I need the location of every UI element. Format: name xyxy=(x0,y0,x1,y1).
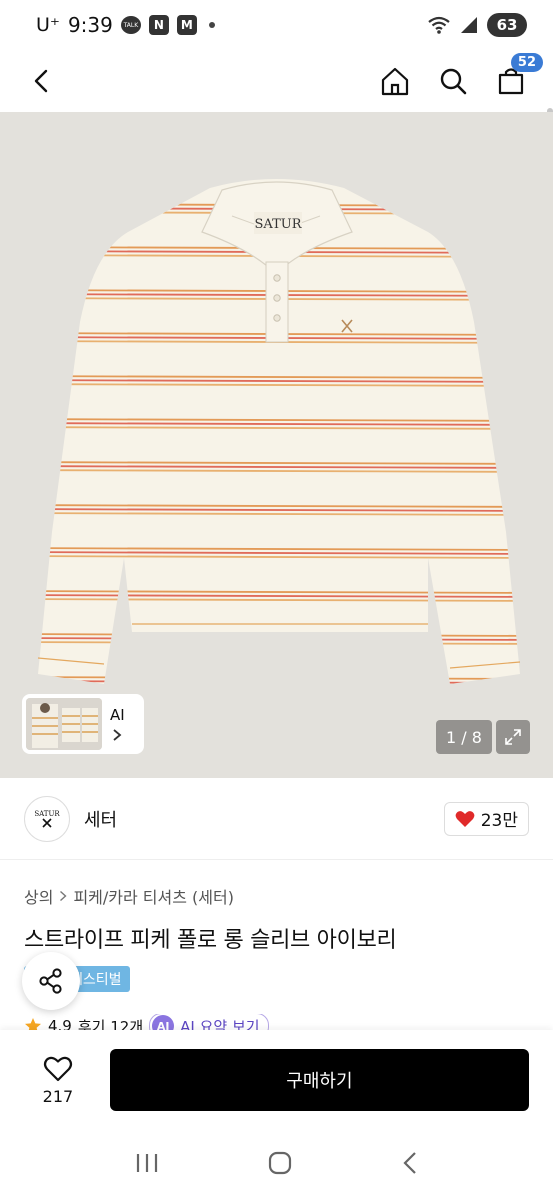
battery-indicator: 63 xyxy=(487,13,527,37)
signal-icon xyxy=(461,17,477,33)
chevron-right-icon xyxy=(60,890,67,902)
thumbnail-image xyxy=(26,698,102,750)
brand-like-count: 23만 xyxy=(480,811,518,831)
home-circle-icon xyxy=(268,1151,291,1175)
more-notifications-dot-icon xyxy=(208,22,215,28)
buy-button[interactable]: 구매하기 xyxy=(109,1049,529,1111)
search-button[interactable] xyxy=(435,63,471,99)
recent-apps-icon xyxy=(136,1154,157,1172)
top-nav: 52 xyxy=(0,50,553,156)
shirt-label-text: SATUR xyxy=(255,217,303,232)
breadcrumb: 상의 피케/카라 티셔츠 (세터) xyxy=(24,884,234,908)
ai-fitting-thumbnail[interactable]: AI xyxy=(22,694,144,754)
back-nav-button[interactable] xyxy=(400,1150,420,1180)
brand-like-button[interactable]: 23만 xyxy=(443,801,529,836)
home-nav-button[interactable] xyxy=(267,1150,293,1180)
recent-apps-button[interactable] xyxy=(134,1151,160,1179)
status-bar: U⁺ 9:39 TALK N M 63 xyxy=(0,0,553,50)
heart-filled-icon xyxy=(455,810,475,827)
breadcrumb-category[interactable]: 상의 xyxy=(24,884,53,908)
back-button[interactable] xyxy=(24,63,60,99)
wifi-icon xyxy=(428,16,450,34)
home-icon xyxy=(381,67,409,96)
kakaotalk-notification-icon: TALK xyxy=(120,16,141,34)
share-button[interactable] xyxy=(22,952,80,1010)
chevron-left-icon xyxy=(34,69,48,93)
m-notification-icon: M xyxy=(176,15,197,35)
back-chevron-icon xyxy=(402,1152,416,1174)
thumbnail-label: AI xyxy=(110,706,125,742)
status-left: U⁺ 9:39 TALK N M xyxy=(36,13,215,37)
bottom-action-bar: 217 구매하기 xyxy=(0,1030,553,1130)
product-photo: SATUR xyxy=(0,112,553,778)
clock: 9:39 xyxy=(67,13,113,37)
brand-logo-text: SATUR xyxy=(34,809,60,818)
search-icon xyxy=(440,68,467,95)
status-right: 63 xyxy=(427,13,527,37)
product-title: 스트라이프 피케 폴로 롱 슬리브 아이보리 xyxy=(24,928,397,953)
cart-button[interactable]: 52 xyxy=(493,53,543,99)
expand-icon xyxy=(505,729,521,745)
system-navigation-bar xyxy=(0,1130,553,1200)
home-button[interactable] xyxy=(377,63,413,99)
naver-notification-icon: N xyxy=(148,15,169,35)
nav-right: 52 xyxy=(377,53,543,99)
image-page-indicator: 1 / 8 xyxy=(436,720,492,754)
wishlist-count: 217 xyxy=(42,1086,74,1106)
wishlist-button[interactable]: 217 xyxy=(24,1055,92,1106)
cart-count-badge: 52 xyxy=(510,53,543,72)
chevron-right-icon xyxy=(113,729,122,741)
share-icon xyxy=(39,968,62,994)
product-image-gallery[interactable]: SATUR AI 1 / 8 xyxy=(0,112,553,778)
brand-row: SATUR 세터 23만 xyxy=(0,778,553,860)
brand-logo-mark-icon xyxy=(42,817,52,828)
ai-label: AI xyxy=(110,706,125,724)
brand-logo[interactable]: SATUR xyxy=(24,795,70,842)
expand-image-button[interactable] xyxy=(496,720,530,754)
carrier-label: U⁺ xyxy=(36,14,60,36)
heart-outline-icon xyxy=(43,1056,73,1081)
brand-name[interactable]: 세터 xyxy=(84,806,117,832)
breadcrumb-subcategory[interactable]: 피케/카라 티셔츠 (세터) xyxy=(73,884,234,908)
